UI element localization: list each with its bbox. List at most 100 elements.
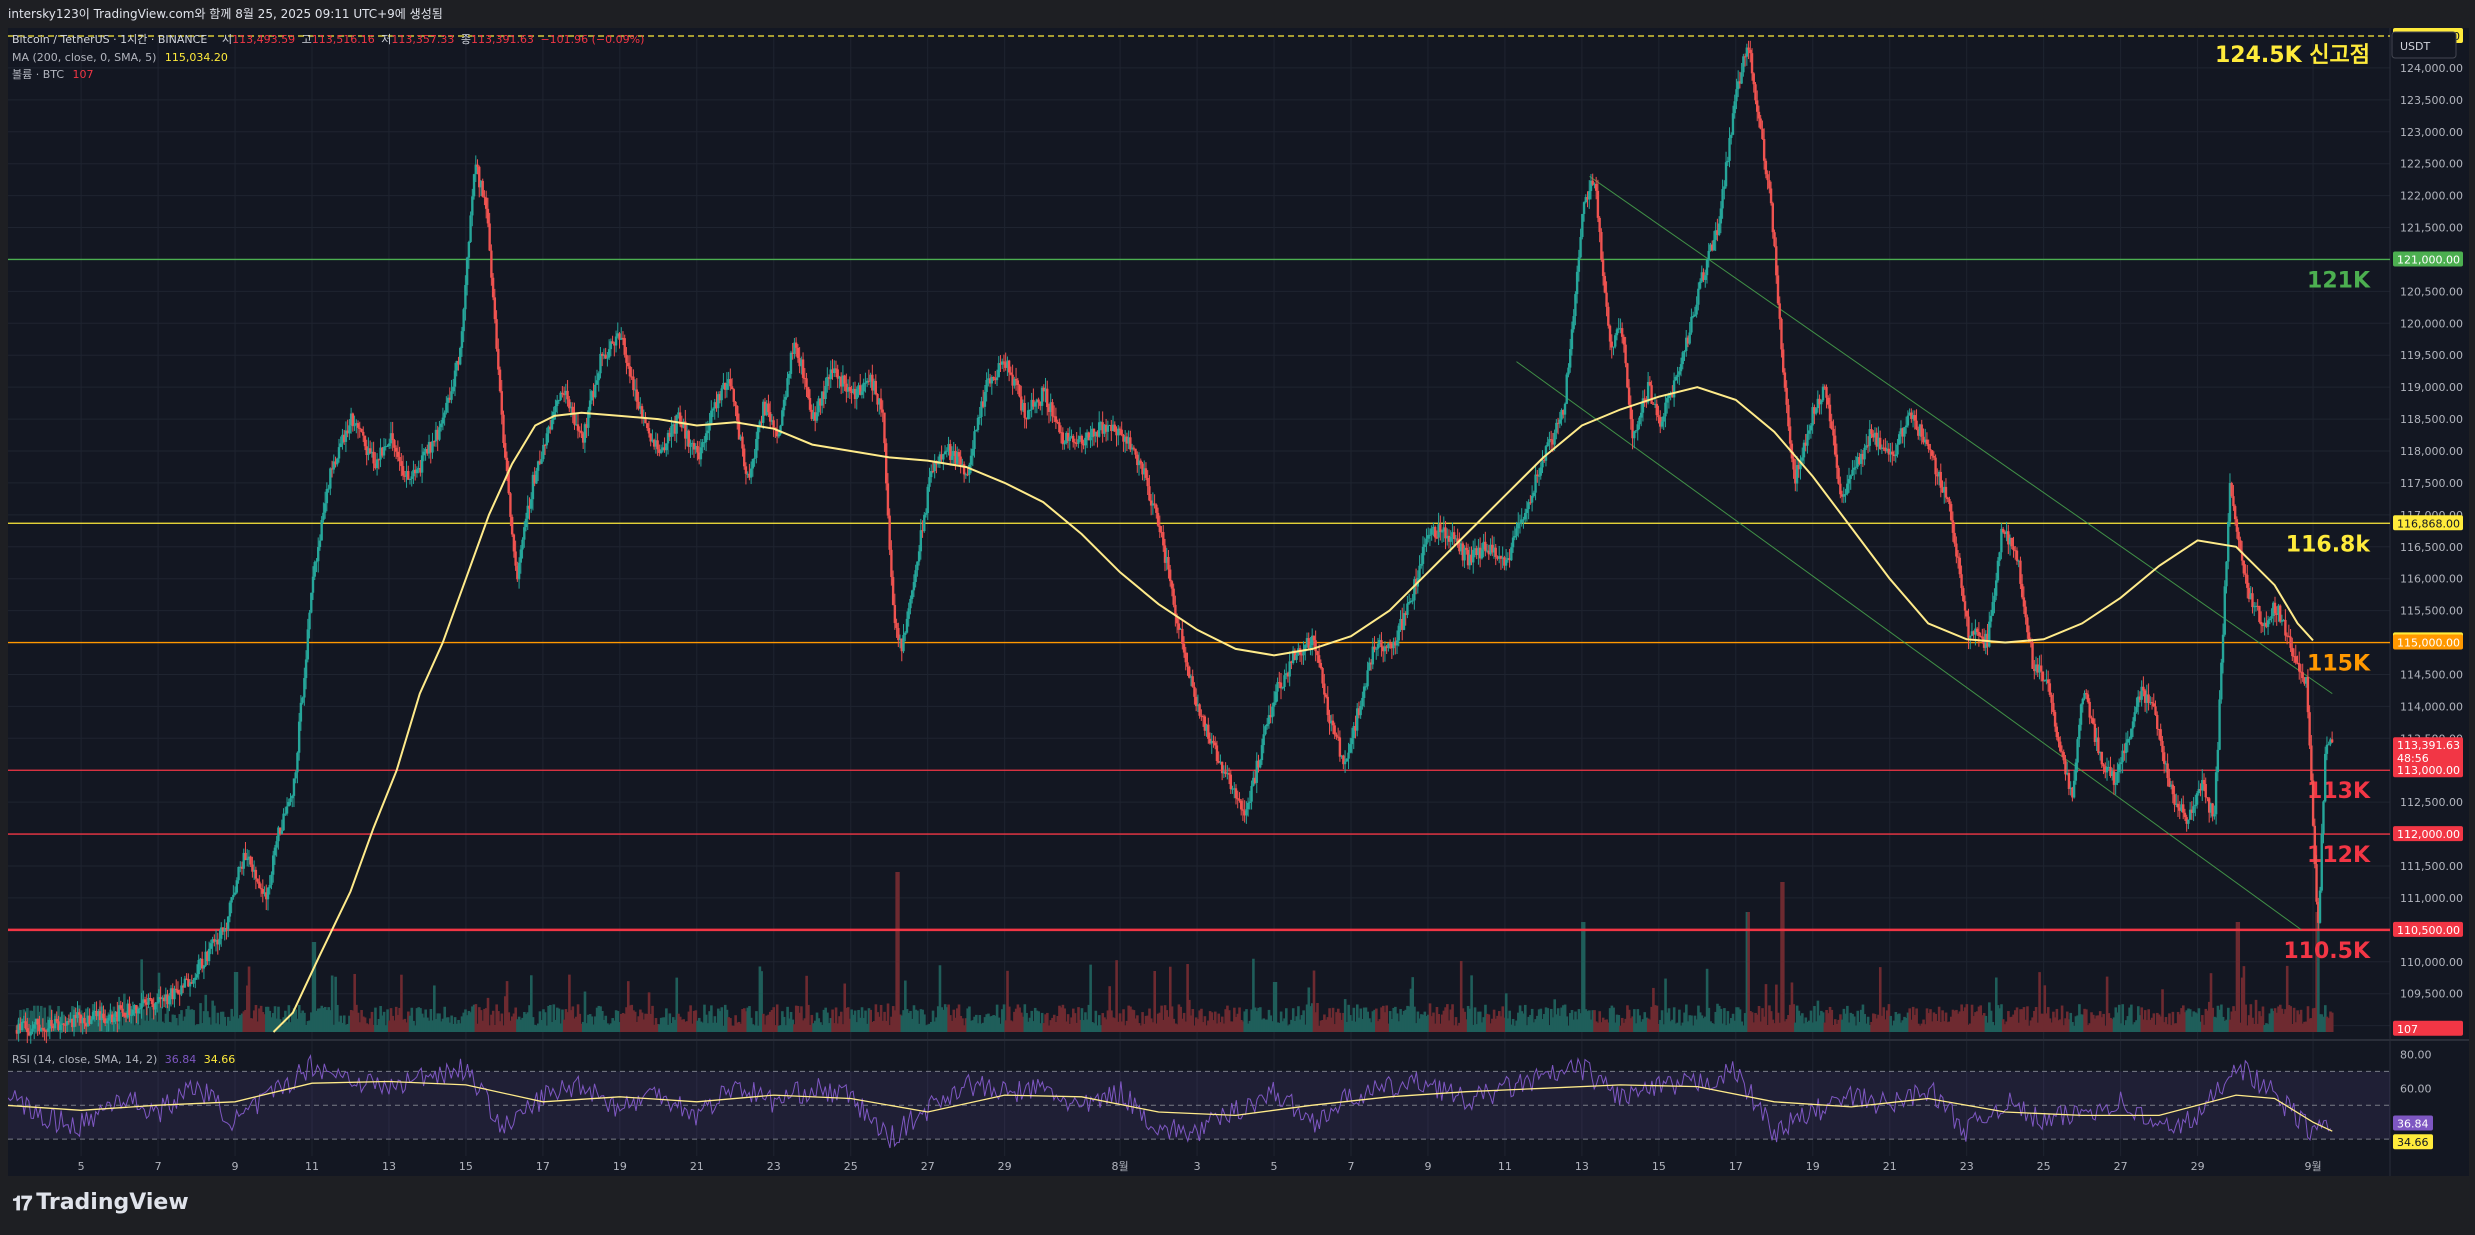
candle-body bbox=[1601, 259, 1605, 277]
candle-body bbox=[1276, 682, 1279, 692]
candle-body bbox=[1007, 360, 1011, 373]
candle-body bbox=[1380, 640, 1383, 648]
candle-body bbox=[1553, 432, 1556, 445]
candle-body bbox=[1806, 433, 1809, 446]
candle-body bbox=[183, 978, 187, 988]
candle-body bbox=[1705, 259, 1709, 276]
candle-body bbox=[905, 618, 909, 633]
candle-body bbox=[129, 1014, 133, 1016]
currency-button[interactable]: USDT bbox=[2391, 31, 2457, 59]
candle-body bbox=[2233, 506, 2237, 520]
candle-body bbox=[1691, 316, 1695, 318]
candle-body bbox=[497, 348, 500, 370]
candle-body bbox=[995, 377, 999, 381]
candle-body bbox=[1530, 495, 1534, 503]
candle-body bbox=[168, 995, 171, 1005]
candle-body bbox=[1863, 447, 1866, 460]
legend-ohlc: 시113,493.59 고113,516.16 저113,357.33 종113… bbox=[222, 33, 644, 46]
candle-body bbox=[256, 878, 259, 882]
price-tick: 120,500.00 bbox=[2400, 285, 2463, 298]
candle-body bbox=[665, 443, 668, 451]
chart-frame[interactable]: 124.5K 신고점 121K 116.8k 115K 113K 112K 110.5K 1… bbox=[0, 28, 2469, 1176]
candle-body bbox=[304, 659, 308, 679]
price-tick: 114,500.00 bbox=[2400, 668, 2463, 681]
candle-body bbox=[597, 373, 600, 381]
candle-body bbox=[1757, 111, 1761, 119]
candle-body bbox=[493, 297, 497, 320]
time-tick: 5 bbox=[78, 1160, 85, 1173]
time-tick: 23 bbox=[767, 1160, 781, 1173]
candle-body bbox=[310, 592, 313, 613]
candle-body bbox=[431, 441, 434, 453]
candle-body bbox=[353, 425, 356, 427]
candle-body bbox=[1331, 720, 1335, 726]
candle-body bbox=[1674, 376, 1678, 381]
candle-body bbox=[1440, 531, 1444, 533]
candle-body bbox=[1033, 402, 1037, 407]
candle-body bbox=[1792, 458, 1795, 470]
candle-body bbox=[150, 999, 154, 1005]
candle-body bbox=[1717, 223, 1721, 235]
rsi-tick: 60.00 bbox=[2400, 1082, 2432, 1095]
candle-body bbox=[1433, 526, 1437, 538]
candle-body bbox=[1193, 686, 1196, 697]
candle-body bbox=[2258, 605, 2261, 622]
candle-body bbox=[734, 401, 737, 407]
legend-rsi: RSI (14, close, SMA, 14, 2) 36.84 34.66 bbox=[12, 1053, 235, 1066]
candle-body bbox=[249, 856, 252, 865]
candle-body bbox=[2235, 519, 2239, 532]
candle-body bbox=[439, 423, 443, 428]
candle-body bbox=[1265, 724, 1269, 727]
price-tick: 123,500.00 bbox=[2400, 94, 2463, 107]
candle-body bbox=[807, 387, 810, 398]
candle-body bbox=[91, 1012, 95, 1020]
candle-body bbox=[545, 433, 548, 446]
candle-body bbox=[1184, 652, 1187, 663]
candle-body bbox=[1271, 706, 1274, 718]
candle-body bbox=[1335, 734, 1338, 737]
price-badge-text: 116,868.00 bbox=[2397, 517, 2460, 530]
level-label: 124.5K 신고점 bbox=[2215, 43, 2370, 68]
candle-body bbox=[2310, 745, 2313, 781]
candle-body bbox=[855, 389, 858, 399]
candle-body bbox=[254, 869, 258, 879]
candle-body bbox=[2214, 772, 2218, 815]
tradingview-logo[interactable]: 𝟏𝟕 TradingView bbox=[12, 1190, 189, 1215]
candle-body bbox=[1198, 704, 1201, 716]
chart-svg[interactable]: 124.5K 신고점121K116.8k115K113K112K110.5K 1… bbox=[0, 28, 2469, 1176]
candle-body bbox=[2324, 753, 2327, 802]
candle-body bbox=[2012, 546, 2015, 551]
candle-body bbox=[323, 503, 327, 513]
candle-body bbox=[512, 534, 516, 552]
candle-body bbox=[1120, 429, 1123, 435]
candle-body bbox=[777, 434, 781, 437]
candle-body bbox=[1638, 417, 1641, 425]
candle-body bbox=[1563, 403, 1567, 415]
candle-body bbox=[1852, 467, 1856, 470]
candle-body bbox=[1430, 528, 1433, 535]
legend-volume: 볼륨 · BTC 107 bbox=[12, 68, 94, 81]
candle-body bbox=[976, 417, 980, 431]
candle-body bbox=[1801, 457, 1804, 461]
candle-body bbox=[246, 858, 249, 861]
candle-body bbox=[742, 448, 746, 467]
time-tick: 11 bbox=[305, 1160, 319, 1173]
candle-body bbox=[268, 884, 271, 888]
candle-body bbox=[2322, 801, 2325, 834]
candle-body bbox=[895, 623, 898, 628]
candle-body bbox=[1681, 352, 1684, 365]
candle-body bbox=[1821, 386, 1825, 401]
candle-body bbox=[2072, 780, 2076, 798]
candle-body bbox=[1665, 398, 1669, 403]
volume-bar bbox=[1089, 964, 1092, 1032]
candle-body bbox=[1366, 670, 1369, 687]
candle-body bbox=[1023, 403, 1026, 418]
candle-body bbox=[500, 391, 503, 415]
time-axis: 5 7 9 11 13 15 17 19 21 23 25 27 29 8월 3 5 7 9 11 13 15 17 19 2… bbox=[78, 1160, 2322, 1173]
candle-body bbox=[801, 359, 805, 378]
candle-body bbox=[599, 353, 602, 374]
candle-body bbox=[1134, 448, 1137, 455]
candle-body bbox=[2273, 602, 2277, 614]
ma200-series bbox=[272, 386, 2314, 1033]
candle-body bbox=[1162, 532, 1165, 546]
